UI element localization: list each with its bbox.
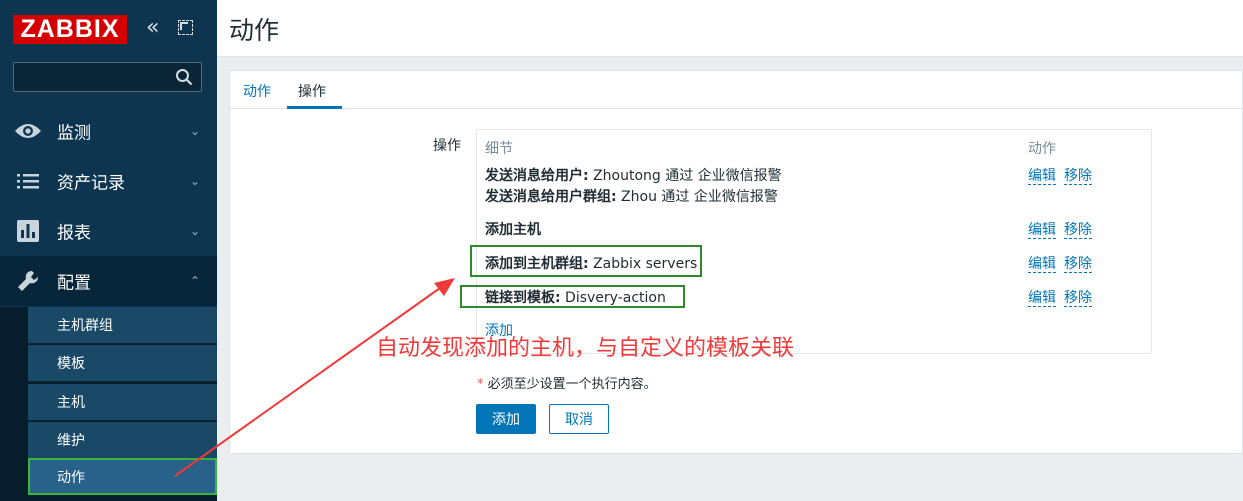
list-icon [14,169,42,193]
required-note-text: 必须至少设置一个执行内容。 [483,377,657,392]
configuration-submenu: 主机群组 模板 主机 维护 动作 [0,307,217,501]
table-row-detail: 发送消息给用户群组: Zhou 通过 企业微信报警 [485,186,778,206]
column-header-detail: 细节 [485,141,513,157]
wrench-icon [14,269,42,293]
double-chevron-left-icon[interactable]: « [146,16,159,40]
table-row-detail: 发送消息给用户: Zhoutong 通过 企业微信报警 [485,165,782,185]
table-row-actions: 编辑 移除 [1028,287,1092,307]
operations-table: 细节 动作 发送消息给用户: Zhoutong 通过 企业微信报警 发送消息给用… [476,129,1152,354]
table-row-detail: 添加主机 [485,219,541,239]
active-tab-indicator [287,106,342,109]
operations-field-label: 操作 [433,138,461,154]
sidebar: ZABBIX « 监测 ⌄ 资产记录 ⌄ 报表 ⌄ 配置 ⌃ 主机群组 模板 主… [0,0,217,501]
remove-link[interactable]: 移除 [1064,168,1092,185]
form-panel: 动作 操作 操作 细节 动作 发送消息给用户: Zhoutong 通过 企业微信… [229,70,1243,454]
submenu-item-hosts[interactable]: 主机 [28,384,217,421]
search-input[interactable] [13,62,202,92]
cancel-button[interactable]: 取消 [549,404,609,434]
operation-type: 添加主机 [485,222,541,238]
chevron-down-icon: ⌄ [190,174,201,188]
page-title: 动作 [229,16,280,45]
remove-link[interactable]: 移除 [1064,290,1092,307]
tab-action[interactable]: 动作 [243,81,271,101]
operation-value: Zhoutong 通过 企业微信报警 [588,168,782,184]
menu-item-configuration[interactable]: 配置 ⌃ [0,256,217,306]
eye-icon [14,119,42,143]
submenu-item-templates[interactable]: 模板 [28,345,217,382]
highlight-box-template [460,285,685,308]
chevron-down-icon: ⌄ [190,224,201,238]
header-bar [217,0,1243,57]
bar-chart-icon [14,219,42,243]
operation-value: Zhou 通过 企业微信报警 [616,189,778,205]
edit-link[interactable]: 编辑 [1028,256,1056,273]
table-row-actions: 编辑 移除 [1028,165,1092,185]
menu-label: 配置 [57,273,91,294]
add-button[interactable]: 添加 [476,404,536,434]
edit-link[interactable]: 编辑 [1028,290,1056,307]
remove-link[interactable]: 移除 [1064,222,1092,239]
remove-link[interactable]: 移除 [1064,256,1092,273]
chevron-up-icon: ⌃ [190,274,201,288]
highlight-box-host-group [470,245,702,277]
menu-item-inventory[interactable]: 资产记录 ⌄ [0,156,217,206]
edit-link[interactable]: 编辑 [1028,168,1056,185]
table-row-actions: 编辑 移除 [1028,253,1092,273]
fullscreen-icon[interactable] [178,20,193,35]
operation-type: 发送消息给用户: [485,168,589,184]
tab-bar: 动作 操作 [230,71,1242,109]
required-note: * 必须至少设置一个执行内容。 [477,373,657,392]
zabbix-logo[interactable]: ZABBIX [13,15,127,44]
submenu-item-host-groups[interactable]: 主机群组 [28,307,217,344]
menu-item-monitoring[interactable]: 监测 ⌄ [0,106,217,156]
column-header-action: 动作 [1028,141,1056,157]
chevron-down-icon: ⌄ [190,124,201,138]
annotation-text: 自动发现添加的主机，与自定义的模板关联 [376,336,795,361]
edit-link[interactable]: 编辑 [1028,222,1056,239]
menu-label: 报表 [57,223,91,244]
submenu-item-maintenance[interactable]: 维护 [28,422,217,459]
menu-item-reports[interactable]: 报表 ⌄ [0,206,217,256]
submenu-item-actions[interactable]: 动作 [28,458,217,495]
tab-operations[interactable]: 操作 [298,81,326,101]
menu-label: 监测 [57,123,91,144]
table-row-actions: 编辑 移除 [1028,219,1092,239]
search-icon[interactable] [175,68,193,86]
menu-label: 资产记录 [57,173,125,194]
operation-type: 发送消息给用户群组: [485,189,617,205]
